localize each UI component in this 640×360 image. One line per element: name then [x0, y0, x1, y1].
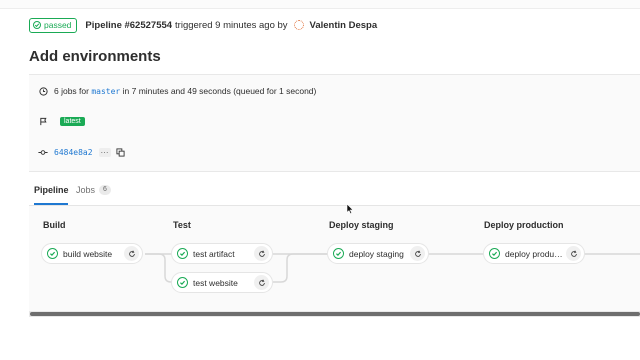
jobs-summary-prefix: 6 jobs for: [54, 86, 89, 96]
commit-message-toggle[interactable]: ···: [98, 147, 111, 157]
pipeline-id: Pipeline #62527554: [85, 19, 173, 31]
branch-link[interactable]: master: [91, 87, 120, 96]
mouse-cursor-icon: [346, 203, 354, 215]
check-circle-icon: [333, 248, 344, 259]
pipeline-graph: Build Test Deploy staging Deploy product…: [29, 206, 640, 313]
job-test-artifact[interactable]: test artifact: [171, 243, 273, 264]
stage-title-deploy-production: Deploy production: [484, 220, 564, 230]
job-deploy-production[interactable]: deploy production: [483, 243, 585, 264]
stage-title-deploy-staging: Deploy staging: [329, 220, 394, 230]
tab-jobs[interactable]: Jobs 6: [76, 185, 111, 205]
retry-icon[interactable]: [410, 246, 425, 261]
stage-title-test: Test: [173, 220, 191, 230]
flag-icon: [38, 116, 48, 126]
pipeline-info-box: 6 jobs for master in 7 minutes and 49 se…: [29, 74, 640, 172]
avatar[interactable]: [293, 20, 304, 30]
jobs-summary-suffix: in 7 minutes and 49 seconds (queued for …: [122, 86, 317, 96]
user-name-link[interactable]: Valentin Despa: [310, 20, 378, 31]
status-label: passed: [44, 20, 72, 30]
check-circle-icon: [47, 248, 58, 259]
job-name: test website: [193, 277, 238, 288]
job-deploy-staging[interactable]: deploy staging: [327, 243, 429, 264]
jobs-summary-row: 6 jobs for master in 7 minutes and 49 se…: [38, 86, 316, 96]
tab-pipeline[interactable]: Pipeline: [34, 185, 69, 205]
page-title: Add environments: [29, 48, 161, 65]
commit-row: 6484e8a2 ···: [38, 147, 125, 157]
job-name: deploy staging: [349, 248, 404, 259]
badges-row: latest: [38, 116, 85, 126]
pipeline-tabs: Pipeline Jobs 6: [29, 180, 640, 206]
retry-icon[interactable]: [124, 246, 139, 261]
retry-icon[interactable]: [254, 275, 269, 290]
horizontal-scrollbar-thumb[interactable]: [30, 312, 640, 316]
job-name: build website: [63, 248, 113, 259]
triggered-text: triggered 9 minutes ago by: [175, 19, 288, 31]
top-strip: [0, 0, 640, 9]
check-circle-icon: [33, 21, 41, 29]
status-badge[interactable]: passed: [29, 17, 78, 33]
job-test-website[interactable]: test website: [171, 272, 273, 293]
jobs-count-badge: 6: [99, 185, 111, 195]
clock-icon: [38, 86, 48, 96]
pipeline-header: passed Pipeline #62527554 triggered 9 mi…: [29, 16, 377, 34]
commit-sha-link[interactable]: 6484e8a2: [54, 148, 93, 157]
copy-icon[interactable]: [115, 147, 125, 157]
tab-jobs-label: Jobs: [76, 185, 96, 195]
job-build-website[interactable]: build website: [41, 243, 143, 264]
retry-icon[interactable]: [566, 246, 581, 261]
latest-badge: latest: [60, 116, 85, 126]
retry-icon[interactable]: [254, 246, 269, 261]
tab-pipeline-label: Pipeline: [34, 185, 69, 195]
check-circle-icon: [177, 277, 188, 288]
commit-icon: [38, 147, 48, 157]
check-circle-icon: [177, 248, 188, 259]
job-name: test artifact: [193, 248, 235, 259]
check-circle-icon: [489, 248, 500, 259]
stage-title-build: Build: [43, 220, 66, 230]
job-name: deploy production: [505, 248, 566, 259]
